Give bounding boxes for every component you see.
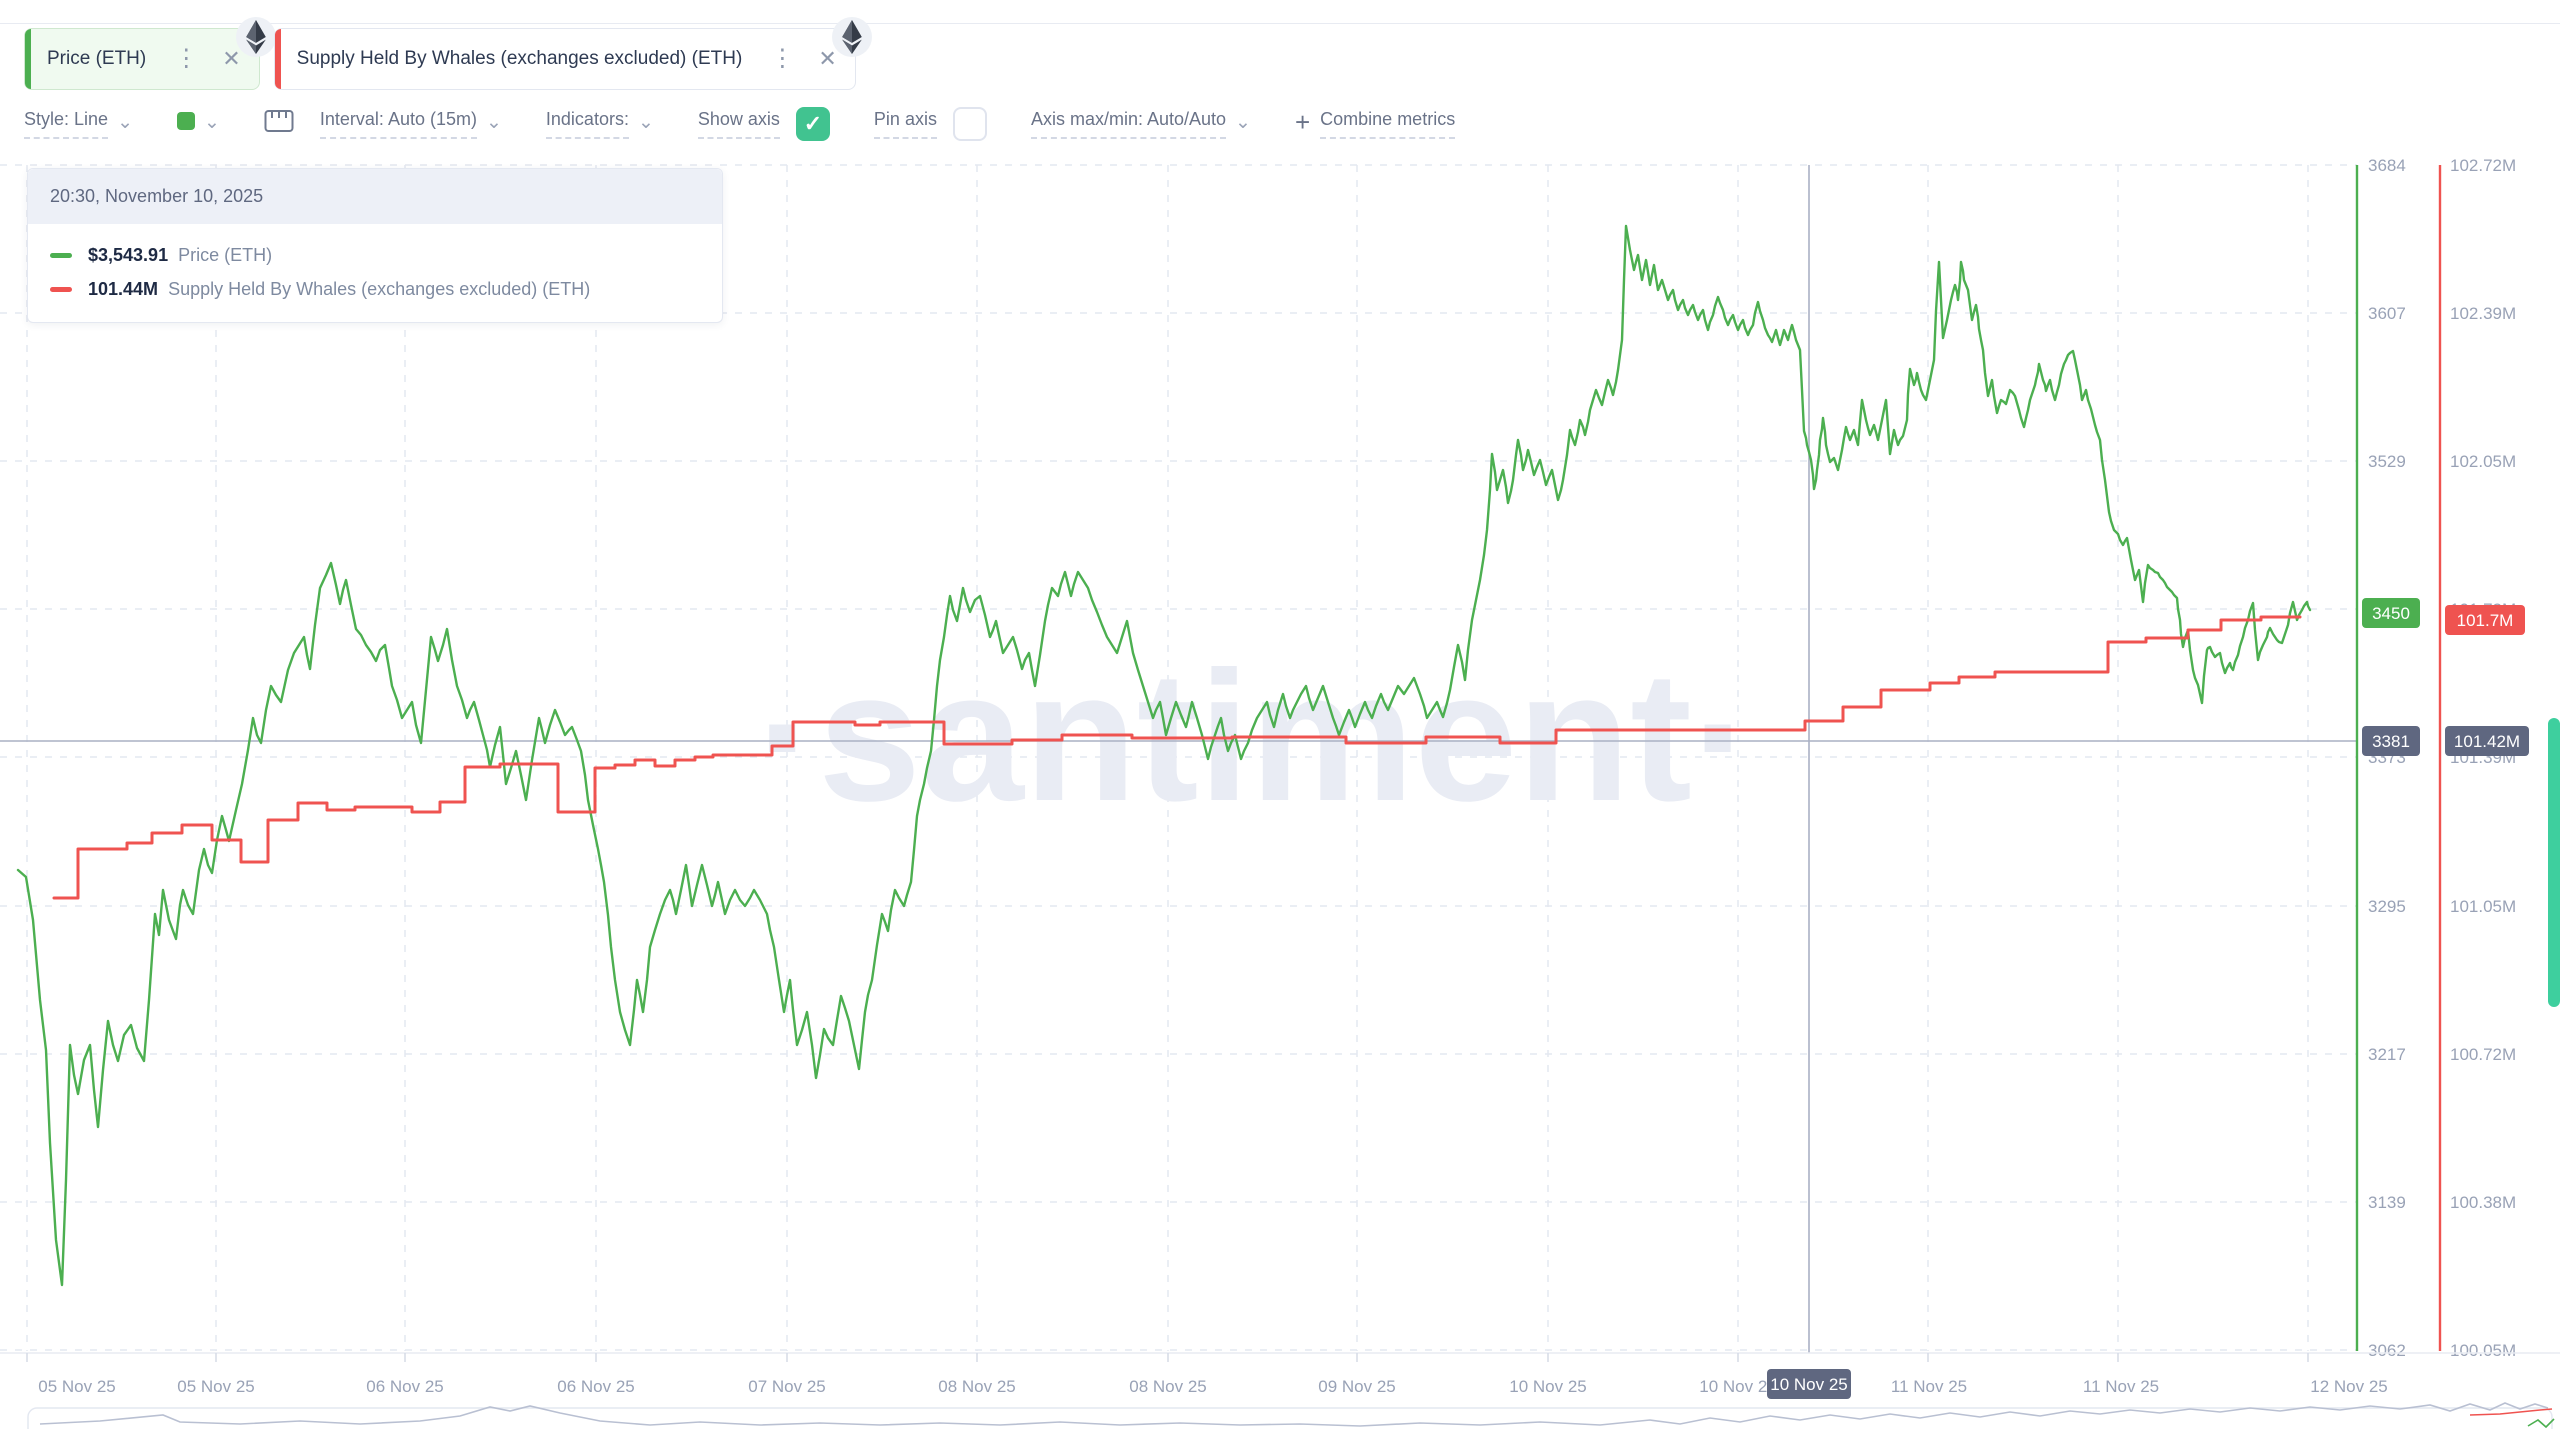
x-tick-label: 05 Nov 25 bbox=[177, 1377, 255, 1396]
price-tick-label: 3684 bbox=[2368, 156, 2406, 175]
supply-tick-label: 100.05M bbox=[2450, 1341, 2516, 1360]
price-tick-label: 3529 bbox=[2368, 452, 2406, 471]
supply-tick-label: 100.72M bbox=[2450, 1045, 2516, 1064]
price-tick-label: 3607 bbox=[2368, 304, 2406, 323]
date-crosshair-badge-text: 10 Nov 25 bbox=[1770, 1375, 1848, 1394]
series-dash-icon bbox=[50, 287, 72, 292]
tooltip-label: Price (ETH) bbox=[178, 245, 272, 266]
supply-tick-label: 101.05M bbox=[2450, 897, 2516, 916]
supply-last-value-badge-text: 101.7M bbox=[2457, 611, 2514, 630]
x-tick-label: 06 Nov 25 bbox=[366, 1377, 444, 1396]
x-tick-label: 12 Nov 25 bbox=[2310, 1377, 2388, 1396]
x-tick-label: 05 Nov 25 bbox=[38, 1377, 116, 1396]
series-dash-icon bbox=[50, 253, 72, 258]
supply-tick-label: 100.38M bbox=[2450, 1193, 2516, 1212]
tooltip-row-price: $3,543.91 Price (ETH) bbox=[50, 238, 700, 272]
supply-tick-label: 102.72M bbox=[2450, 156, 2516, 175]
x-tick-label: 07 Nov 25 bbox=[748, 1377, 826, 1396]
price-tick-label: 3295 bbox=[2368, 897, 2406, 916]
tooltip-timestamp: 20:30, November 10, 2025 bbox=[28, 169, 722, 224]
price-crosshair-badge-text: 3381 bbox=[2372, 732, 2410, 751]
price-last-value-badge-text: 3450 bbox=[2372, 604, 2410, 623]
x-tick-label: 10 Nov 25 bbox=[1509, 1377, 1587, 1396]
right-scrollbar-thumb[interactable] bbox=[2548, 718, 2560, 1007]
santiment-chart-app: Price (ETH) ⋮ ✕ Supply Held By Whales (e… bbox=[0, 0, 2560, 1429]
chart-tooltip: 20:30, November 10, 2025 $3,543.91 Price… bbox=[27, 168, 723, 323]
price-tick-label: 3062 bbox=[2368, 1341, 2406, 1360]
tooltip-value: $3,543.91 bbox=[88, 245, 168, 266]
x-tick-label: 06 Nov 25 bbox=[557, 1377, 635, 1396]
price-tick-label: 3217 bbox=[2368, 1045, 2406, 1064]
tooltip-row-supply: 101.44M Supply Held By Whales (exchanges… bbox=[50, 272, 700, 306]
x-tick-label: 08 Nov 25 bbox=[1129, 1377, 1207, 1396]
x-tick-label: 10 Nov 25 bbox=[1699, 1377, 1777, 1396]
tooltip-label: Supply Held By Whales (exchanges exclude… bbox=[168, 279, 590, 300]
x-tick-label: 09 Nov 25 bbox=[1318, 1377, 1396, 1396]
tooltip-value: 101.44M bbox=[88, 279, 158, 300]
price-tick-label: 3139 bbox=[2368, 1193, 2406, 1212]
supply-tick-label: 102.39M bbox=[2450, 304, 2516, 323]
x-tick-label: 11 Nov 25 bbox=[2083, 1377, 2159, 1396]
x-tick-label: 11 Nov 25 bbox=[1891, 1377, 1967, 1396]
x-tick-label: 08 Nov 25 bbox=[938, 1377, 1016, 1396]
supply-tick-label: 102.05M bbox=[2450, 452, 2516, 471]
supply-crosshair-badge-text: 101.42M bbox=[2454, 732, 2520, 751]
